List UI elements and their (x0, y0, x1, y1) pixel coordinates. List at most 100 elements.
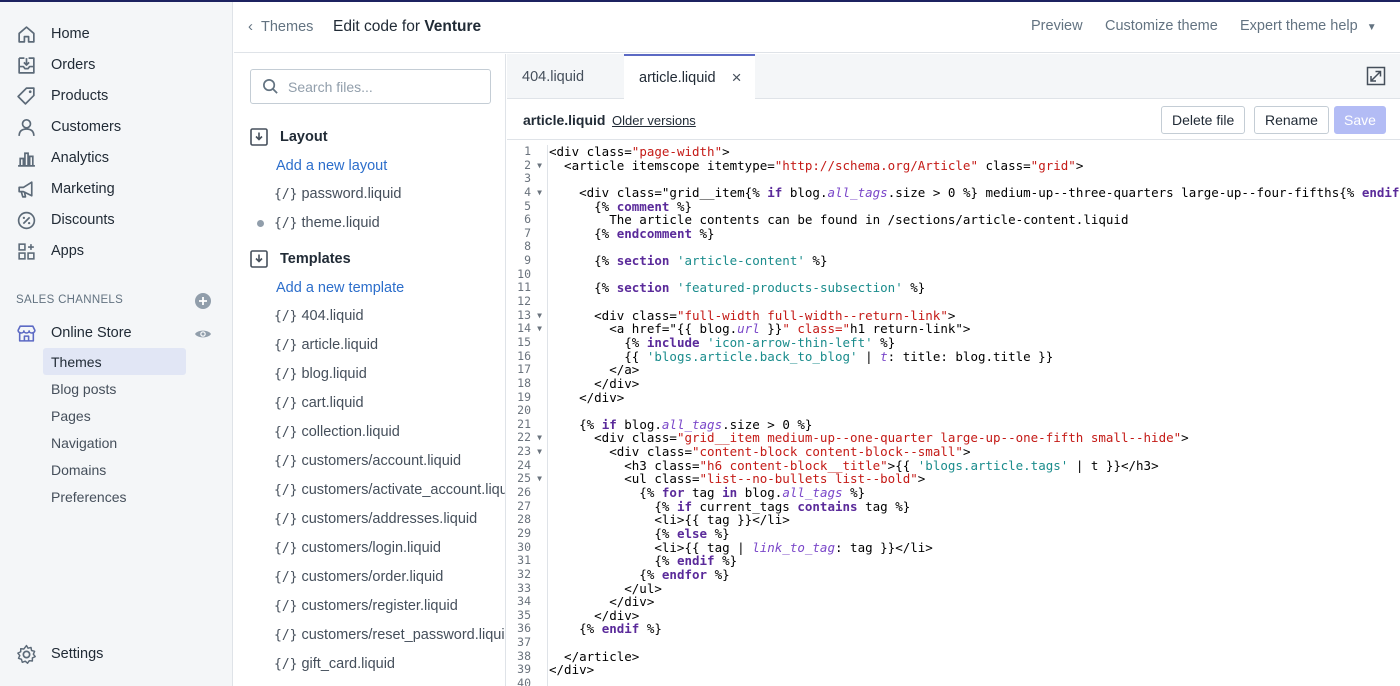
code-line[interactable]: {% endfor %} (549, 568, 1400, 582)
code-line[interactable]: {% section 'article-content' %} (549, 254, 1400, 268)
save-button[interactable]: Save (1334, 106, 1386, 134)
code-line[interactable]: {% else %} (549, 527, 1400, 541)
code-line[interactable] (549, 240, 1400, 254)
code-line[interactable]: </ul> (549, 581, 1400, 596)
fold-arrow-icon[interactable]: ▼ (537, 159, 542, 173)
older-versions-link[interactable]: Older versions (612, 113, 696, 128)
customize-theme-link[interactable]: Customize theme (1105, 18, 1218, 34)
folder-templates[interactable]: Templates (249, 249, 351, 269)
code-editor[interactable]: 1 2 ▼ 3 4 ▼ 5 6 7 8 9 10 11 12 13 ▼ 14 ▼ 15 16 17 18 19 20 21 22 ▼… (507, 141, 1400, 686)
preview-link[interactable]: Preview (1031, 18, 1083, 34)
nav-item-orders[interactable]: Orders (14, 52, 95, 78)
add-layout-link[interactable]: Add a new layout (276, 158, 387, 174)
code-line[interactable]: {% comment %} (549, 199, 1400, 214)
file-item[interactable]: {/} gift_card.liquid (274, 656, 395, 672)
fold-arrow-icon[interactable]: ▼ (537, 472, 542, 486)
nav-item-discounts[interactable]: Discounts (14, 207, 115, 233)
nav-item-products[interactable]: Products (14, 83, 108, 109)
file-item[interactable]: {/} customers/order.liquid (274, 569, 443, 585)
code-line[interactable]: <div class="grid__item medium-up--one-qu… (549, 431, 1400, 445)
file-item[interactable]: {/} 404.liquid (274, 308, 364, 324)
code-line[interactable]: <li>{{ tag | link_to_tag: tag }}</li> (549, 540, 1400, 555)
file-item[interactable]: {/} customers/activate_account.liquid (274, 482, 505, 498)
code-line[interactable]: <a href="{{ blog.url }}" class="h1 retur… (549, 322, 1400, 336)
code-line[interactable]: <div class="grid__item{% if blog.all_tag… (549, 186, 1400, 200)
code-line[interactable]: {% endif %} (549, 554, 1400, 568)
file-item[interactable]: {/} blog.liquid (274, 366, 367, 382)
code-line[interactable] (549, 268, 1400, 282)
nav-item-online-store[interactable]: Online Store (14, 320, 132, 346)
sub-item-navigation[interactable]: Navigation (43, 429, 186, 456)
tab-article-liquid[interactable]: article.liquid × (624, 54, 755, 100)
code-line[interactable] (549, 677, 1400, 686)
code-line[interactable]: {% include 'icon-arrow-thin-left' %} (549, 336, 1400, 350)
code-line[interactable]: </div> (549, 609, 1400, 623)
code-line[interactable]: <ul class="list--no-bullets list--bold"> (549, 472, 1400, 486)
code-line[interactable]: </div> (549, 663, 1400, 677)
nav-item-settings[interactable]: Settings (14, 641, 103, 667)
back-to-themes-link[interactable]: ‹ Themes (248, 18, 313, 35)
code-lines[interactable]: <div class="page-width"> <article itemsc… (547, 145, 1400, 686)
code-line[interactable]: </div> (549, 377, 1400, 391)
sub-item-themes[interactable]: Themes (43, 348, 186, 375)
code-line[interactable] (549, 295, 1400, 309)
code-line[interactable]: </div> (549, 390, 1400, 405)
code-line[interactable]: {% if blog.all_tags.size > 0 %} (549, 417, 1400, 432)
code-line[interactable]: The article contents can be found in /se… (549, 213, 1400, 227)
code-line[interactable]: <div class="content-block content-block-… (549, 445, 1400, 459)
code-line[interactable]: </a> (549, 363, 1400, 377)
code-line[interactable] (549, 404, 1400, 418)
expert-help-dropdown[interactable]: Expert theme help ▼ (1240, 18, 1377, 34)
sub-item-preferences[interactable]: Preferences (43, 483, 186, 510)
view-store-eye-icon[interactable] (194, 325, 212, 343)
file-item[interactable]: {/} cart.liquid (274, 395, 364, 411)
nav-item-analytics[interactable]: Analytics (14, 145, 109, 171)
code-line[interactable]: <h3 class="h6 content-block__title">{{ '… (549, 458, 1400, 473)
fold-arrow-icon[interactable]: ▼ (537, 445, 542, 459)
sub-item-pages[interactable]: Pages (43, 402, 186, 429)
rename-button[interactable]: Rename (1254, 106, 1329, 134)
fold-arrow-icon[interactable]: ▼ (537, 322, 542, 336)
nav-item-marketing[interactable]: Marketing (14, 176, 115, 202)
file-item[interactable]: {/} customers/account.liquid (274, 453, 461, 469)
tab-404-liquid[interactable]: 404.liquid (522, 54, 584, 99)
code-line[interactable]: {% if current_tags contains tag %} (549, 499, 1400, 514)
nav-item-customers[interactable]: Customers (14, 114, 121, 140)
search-files-box[interactable] (250, 69, 491, 104)
file-item[interactable]: {/} customers/register.liquid (274, 598, 458, 614)
file-item[interactable]: {/} customers/addresses.liquid (274, 511, 477, 527)
folder-layout[interactable]: Layout (249, 127, 328, 147)
file-item[interactable]: {/} article.liquid (274, 337, 378, 353)
fullscreen-expand-icon[interactable] (1366, 66, 1386, 86)
fold-arrow-icon[interactable]: ▼ (537, 309, 542, 323)
search-files-input[interactable] (288, 78, 478, 95)
sub-item-domains[interactable]: Domains (43, 456, 186, 483)
add-channel-icon[interactable] (194, 292, 212, 310)
file-item[interactable]: {/} theme.liquid (274, 215, 380, 231)
code-line[interactable]: {% endif %} (549, 622, 1400, 636)
code-line[interactable]: {% for tag in blog.all_tags %} (549, 486, 1400, 500)
code-line[interactable]: {{ 'blogs.article.back_to_blog' | t: tit… (549, 349, 1400, 364)
close-tab-icon[interactable]: × (732, 68, 742, 88)
fold-arrow-icon[interactable]: ▼ (537, 186, 542, 200)
code-line[interactable]: </div> (549, 595, 1400, 609)
file-item[interactable]: {/} password.liquid (274, 186, 401, 202)
nav-item-home[interactable]: Home (14, 21, 90, 47)
delete-file-button[interactable]: Delete file (1161, 106, 1246, 134)
code-line[interactable]: <div class="page-width"> (549, 145, 1400, 159)
fold-arrow-icon[interactable]: ▼ (537, 431, 542, 445)
code-line[interactable]: <div class="full-width full-width--retur… (549, 308, 1400, 323)
code-line[interactable] (549, 636, 1400, 650)
sub-item-blog-posts[interactable]: Blog posts (43, 375, 186, 402)
file-item[interactable]: {/} customers/login.liquid (274, 540, 441, 556)
add-template-link[interactable]: Add a new template (276, 280, 404, 296)
code-line[interactable]: <article itemscope itemtype="http://sche… (549, 158, 1400, 173)
file-item[interactable]: {/} customers/reset_password.liquid (274, 627, 505, 643)
file-item[interactable]: {/} collection.liquid (274, 424, 400, 440)
code-line[interactable]: {% section 'featured-products-subsection… (549, 281, 1400, 295)
nav-item-apps[interactable]: Apps (14, 238, 84, 264)
code-line[interactable]: {% endcomment %} (549, 227, 1400, 241)
code-line[interactable] (549, 172, 1400, 186)
code-line[interactable]: <li>{{ tag }}</li> (549, 513, 1400, 527)
code-line[interactable]: </article> (549, 650, 1400, 664)
